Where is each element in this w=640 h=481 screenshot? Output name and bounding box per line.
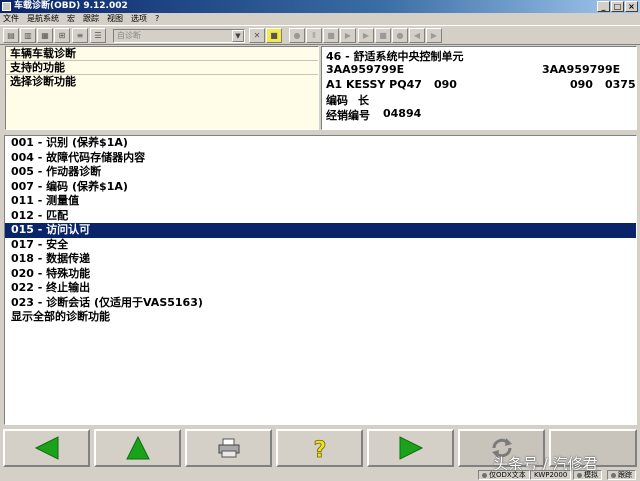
help-icon: ? bbox=[313, 438, 327, 460]
step-icon[interactable]: ▶ bbox=[340, 28, 356, 43]
dealer-value: 04894 bbox=[383, 107, 422, 120]
ecu-info-panel: 46 - 舒适系统中央控制单元 3AA959799E 3AA959799E A1… bbox=[321, 46, 637, 130]
software-version: 090 bbox=[434, 78, 457, 91]
connect-icon[interactable]: ⊞ bbox=[54, 28, 70, 43]
function-item[interactable]: 018 - 数据传递 bbox=[5, 252, 636, 267]
forward-frame-icon[interactable]: ▶ bbox=[426, 28, 442, 43]
nav-item-supported-functions[interactable]: 支持的功能 bbox=[6, 61, 318, 75]
back-frame-icon[interactable]: ◀ bbox=[409, 28, 425, 43]
function-item[interactable]: 007 - 编码 (保养$1A) bbox=[5, 180, 636, 195]
record-icon[interactable]: ● bbox=[289, 28, 305, 43]
menu-macro[interactable]: 宏 bbox=[67, 13, 75, 25]
dealer-label: 经销编号 bbox=[326, 109, 370, 122]
function-item[interactable]: 011 - 测量值 bbox=[5, 194, 636, 209]
toolbar: ▤ ▥ ▦ ⊞ ≡ ☰ 自诊断 ▼ ✕ ■ ● Ⅱ ■ ▶ ▶ ■ ● ◀ ▶ bbox=[0, 25, 640, 45]
forward-button[interactable] bbox=[367, 429, 454, 467]
back-button[interactable] bbox=[3, 429, 90, 467]
function-item[interactable]: 020 - 特殊功能 bbox=[5, 267, 636, 282]
diagnostic-mode-value: 自诊断 bbox=[117, 31, 141, 40]
status-sim-text: 模拟 bbox=[584, 471, 598, 479]
print-button[interactable] bbox=[185, 429, 272, 467]
function-item[interactable]: 004 - 故障代码存储器内容 bbox=[5, 151, 636, 166]
scan-icon[interactable]: ≡ bbox=[72, 28, 88, 43]
close-button[interactable]: × bbox=[625, 1, 638, 12]
function-item[interactable]: 017 - 安全 bbox=[5, 238, 636, 253]
cancel-icon[interactable]: ✕ bbox=[249, 28, 265, 43]
open-icon[interactable]: ▤ bbox=[3, 28, 19, 43]
status-trace-text: 跟踪 bbox=[618, 471, 632, 479]
stop-icon[interactable]: ■ bbox=[323, 28, 339, 43]
menu-file[interactable]: 文件 bbox=[3, 13, 19, 25]
up-button[interactable] bbox=[94, 429, 181, 467]
print-icon[interactable]: ▦ bbox=[37, 28, 53, 43]
arrow-up-icon bbox=[125, 436, 150, 460]
status-protocol: KWP2000 bbox=[530, 470, 572, 480]
function-item[interactable]: 005 - 作动器诊断 bbox=[5, 165, 636, 180]
status-dot-icon bbox=[577, 472, 582, 478]
function-item[interactable]: 001 - 识别 (保养$1A) bbox=[5, 136, 636, 151]
navigation-panel: 车辆车载诊断 支持的功能 选择诊断功能 bbox=[5, 46, 319, 130]
function-item[interactable]: 022 - 终止输出 bbox=[5, 281, 636, 296]
function-item[interactable]: 012 - 匹配 bbox=[5, 209, 636, 224]
maximize-button[interactable]: □ bbox=[611, 1, 624, 12]
menu-view[interactable]: 视图 bbox=[107, 13, 123, 25]
menu-help[interactable]: ? bbox=[155, 13, 159, 25]
stop-playback-icon[interactable]: ■ bbox=[375, 28, 391, 43]
menu-options[interactable]: 选项 bbox=[131, 13, 147, 25]
menu-system[interactable]: 是航系统 bbox=[27, 13, 59, 25]
menu-trace[interactable]: 跟踪 bbox=[83, 13, 99, 25]
function-item[interactable]: 显示全部的诊断功能 bbox=[5, 310, 636, 325]
function-list: 001 - 识别 (保养$1A) 004 - 故障代码存储器内容 005 - 作动器… bbox=[4, 135, 637, 425]
app-icon bbox=[2, 2, 11, 11]
component-name: A1 KESSY PQ47 bbox=[326, 78, 422, 91]
part-number: 3AA959799E bbox=[326, 63, 405, 76]
help-button[interactable]: ? bbox=[276, 429, 363, 467]
status-mode: 仅ODX文本 bbox=[478, 470, 530, 480]
title-bar: 车载诊断(OBD) 9.12.002 _ □ × bbox=[0, 0, 640, 13]
ecu-title: 46 - 舒适系统中央控制单元 bbox=[326, 50, 464, 63]
minimize-button[interactable]: _ bbox=[597, 1, 610, 12]
window-title: 车载诊断(OBD) 9.12.002 bbox=[14, 1, 128, 11]
status-sim: 模拟 bbox=[573, 470, 602, 480]
list-icon[interactable]: ☰ bbox=[90, 28, 106, 43]
part-number-right: 3AA959799E bbox=[542, 63, 621, 76]
status-mode-text: 仅ODX文本 bbox=[489, 471, 526, 479]
record-playback-icon[interactable]: ● bbox=[392, 28, 408, 43]
coding-label: 编码 bbox=[326, 94, 348, 107]
software-number: 0375 bbox=[605, 78, 636, 91]
diagnostic-mode-select[interactable]: 自诊断 ▼ bbox=[113, 29, 245, 43]
save-icon[interactable]: ▥ bbox=[20, 28, 36, 43]
status-bar: 仅ODX文本 KWP2000 模拟 跟踪 bbox=[0, 469, 640, 481]
nav-item-select-function[interactable]: 选择诊断功能 bbox=[6, 75, 318, 89]
function-item[interactable]: 015 - 访问认可 bbox=[5, 223, 636, 238]
status-dot-icon bbox=[611, 472, 616, 478]
play-icon[interactable]: ▶ bbox=[358, 28, 374, 43]
chevron-down-icon: ▼ bbox=[232, 30, 244, 42]
coding-value: 长 bbox=[358, 94, 369, 107]
function-item[interactable]: 023 - 诊断会话 (仅适用于VAS5163) bbox=[5, 296, 636, 311]
arrow-left-icon bbox=[34, 436, 58, 460]
software-version-right: 090 bbox=[570, 78, 593, 91]
arrow-right-icon bbox=[399, 436, 423, 460]
status-trace: 跟踪 bbox=[607, 470, 636, 480]
printer-icon bbox=[218, 438, 239, 458]
nav-item-vehicle-diagnosis[interactable]: 车辆车载诊断 bbox=[6, 47, 318, 61]
svg-text:?: ? bbox=[313, 438, 326, 460]
status-dot-icon bbox=[482, 472, 487, 478]
highlight-icon[interactable]: ■ bbox=[266, 28, 282, 43]
menu-bar: 文件 是航系统 宏 跟踪 视图 选项 ? bbox=[0, 13, 640, 25]
pause-icon[interactable]: Ⅱ bbox=[306, 28, 322, 43]
